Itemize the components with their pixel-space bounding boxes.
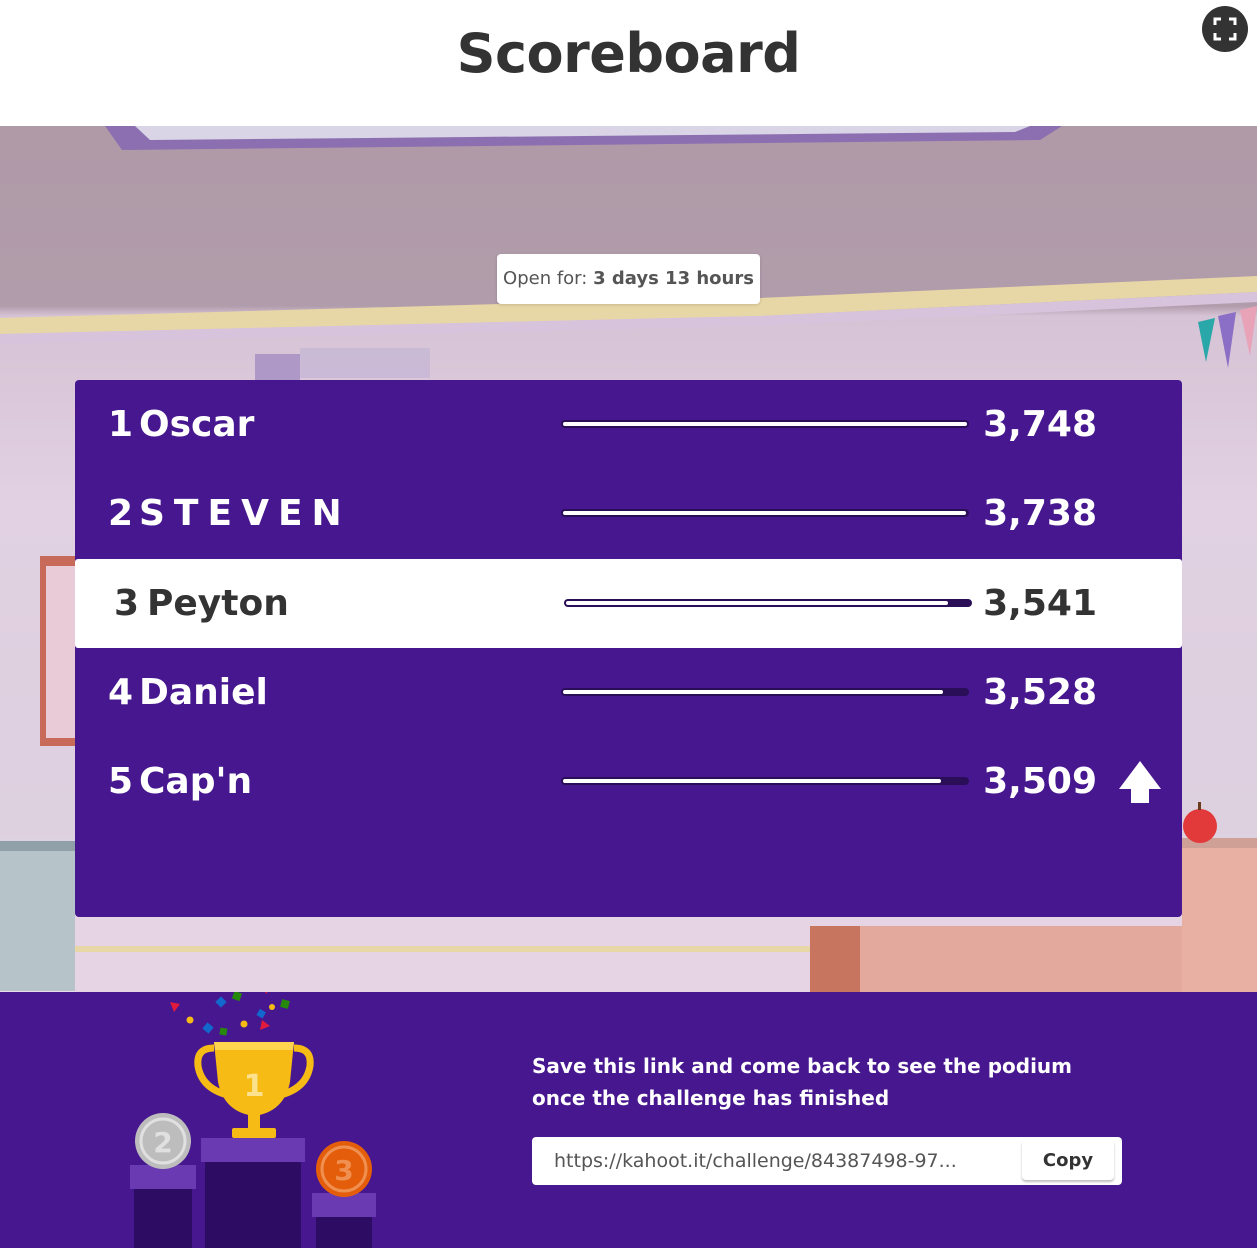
player-name: Cap'n (139, 761, 253, 802)
bronze-medal-icon: 3 (316, 1141, 372, 1197)
rank-number: 2 (107, 493, 133, 534)
fullscreen-button[interactable] (1202, 6, 1248, 52)
player-name: STEVEN (139, 493, 351, 534)
save-link-message: Save this link and come back to see the … (532, 1054, 1072, 1110)
scoreboard-row: 1 Oscar 3,748 (75, 380, 1182, 469)
player-score: 3,528 (983, 672, 1097, 713)
podium-illustration: 1 2 3 (130, 992, 376, 1248)
header: Scoreboard (0, 0, 1257, 126)
scoreboard-row-current-player: 3 Peyton 3,541 (75, 559, 1182, 648)
player-score: 3,541 (983, 583, 1097, 624)
player-score: 3,738 (983, 493, 1097, 534)
bronze-medal-label: 3 (334, 1154, 353, 1187)
player-score: 3,509 (983, 761, 1097, 802)
up-arrow-icon (1119, 761, 1161, 803)
score-bar (561, 420, 969, 428)
confetti-icon (170, 992, 290, 1036)
scoreboard-panel: 1 Oscar 3,748 2 STEVEN 3,738 3 Peyton 3,… (75, 380, 1182, 917)
rank-number: 1 (107, 404, 133, 445)
rank-number: 4 (107, 672, 133, 713)
score-bar (561, 688, 969, 696)
player-name: Daniel (139, 672, 268, 713)
timer-prefix: Open for: (503, 268, 588, 289)
scoreboard-row: 5 Cap'n 3,509 (75, 737, 1182, 826)
fullscreen-icon (1213, 17, 1237, 41)
rank-number: 3 (113, 583, 139, 624)
silver-medal-label: 2 (153, 1126, 172, 1159)
trophy-icon: 1 (194, 1042, 314, 1138)
open-for-timer: Open for: 3 days 13 hours (497, 254, 760, 304)
score-bar-fill (563, 511, 966, 515)
score-bar (561, 509, 969, 517)
challenge-link-box: Copy (532, 1137, 1122, 1185)
score-bar-fill (563, 779, 941, 783)
score-bar-fill (563, 422, 967, 426)
score-bar-fill (563, 690, 943, 694)
player-name: Oscar (139, 404, 255, 445)
scoreboard-row: 2 STEVEN 3,738 (75, 469, 1182, 558)
silver-medal-icon: 2 (135, 1113, 191, 1169)
copy-button[interactable]: Copy (1022, 1140, 1114, 1180)
trophy-rank-label: 1 (244, 1069, 265, 1104)
page-title: Scoreboard (456, 22, 801, 85)
player-name: Peyton (147, 583, 289, 624)
rank-number: 5 (107, 761, 133, 802)
score-bar (561, 777, 969, 785)
scoreboard-row: 4 Daniel 3,528 (75, 648, 1182, 737)
score-bar-fill (566, 601, 948, 605)
player-score: 3,748 (983, 404, 1097, 445)
footer-panel: 1 2 3 Save this link and come back to se… (0, 992, 1257, 1248)
challenge-link-input[interactable] (532, 1137, 1002, 1185)
timer-value: 3 days 13 hours (593, 268, 754, 289)
score-bar (564, 599, 972, 607)
